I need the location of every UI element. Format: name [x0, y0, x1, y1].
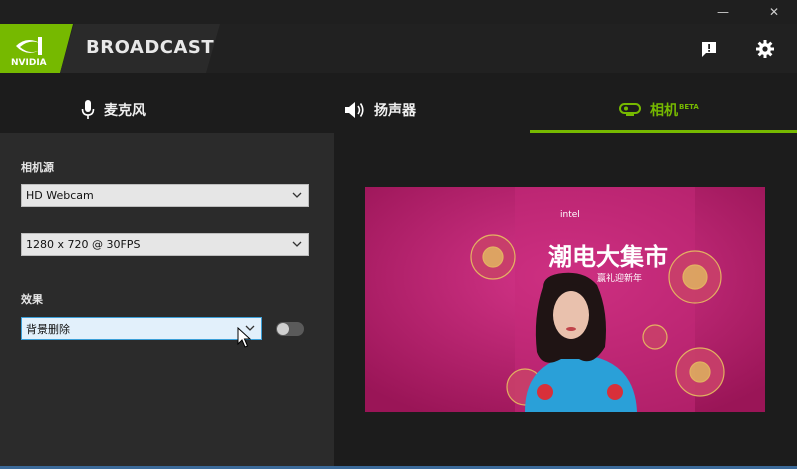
close-button[interactable]: ✕ [751, 0, 797, 24]
sign-brand-text: intel [560, 210, 580, 220]
tab-label: 相机BETA [650, 103, 699, 119]
webcam-feed-image: intel 潮电大集市 赢礼迎新年 [365, 187, 765, 412]
effect-value: 背景删除 [26, 322, 70, 336]
tab-microphone[interactable]: 麦克风 [80, 87, 146, 133]
feedback-icon [702, 42, 716, 57]
sign-subtitle-text: 赢礼迎新年 [597, 272, 642, 284]
resolution-value: 1280 x 720 @ 30FPS [26, 238, 141, 251]
effect-toggle[interactable] [276, 322, 304, 336]
logo-text: NVIDIA [11, 58, 47, 68]
camera-settings-panel: 相机源 HD Webcam 1280 x 720 @ 30FPS 效果 背景删除 [0, 133, 334, 469]
camera-source-label: 相机源 [21, 161, 54, 174]
camera-preview-panel: intel 潮电大集市 赢礼迎新年 [334, 133, 797, 469]
app-header: NVIDIA BROADCAST [0, 24, 797, 73]
microphone-icon [81, 100, 95, 119]
chevron-down-icon [292, 192, 302, 198]
sign-title-text: 潮电大集市 [548, 243, 668, 271]
resolution-dropdown[interactable]: 1280 x 720 @ 30FPS [21, 233, 309, 256]
speaker-icon [345, 102, 364, 118]
webcam-icon [619, 103, 641, 116]
tab-camera[interactable]: 相机BETA [618, 87, 699, 133]
camera-preview: intel 潮电大集市 赢礼迎新年 [365, 187, 765, 412]
minimize-button[interactable]: — [700, 0, 746, 24]
camera-source-value: HD Webcam [26, 189, 94, 202]
mouse-cursor-icon [237, 327, 251, 348]
nvidia-logo: NVIDIA [0, 24, 73, 73]
effect-dropdown[interactable]: 背景删除 [21, 317, 262, 340]
settings-gear-icon [756, 40, 774, 58]
window-title-bar: — ✕ [0, 0, 797, 24]
tab-label: 扬声器 [374, 103, 416, 119]
tab-label: 麦克风 [104, 103, 146, 119]
settings-button[interactable] [754, 38, 776, 60]
app-title: BROADCAST [86, 37, 215, 58]
tab-bar: 麦克风 扬声器 相机BETA [0, 87, 797, 133]
camera-source-dropdown[interactable]: HD Webcam [21, 184, 309, 207]
chevron-down-icon [292, 241, 302, 247]
effect-label: 效果 [21, 293, 43, 306]
beta-badge: BETA [679, 103, 699, 112]
tab-speaker[interactable]: 扬声器 [344, 87, 416, 133]
toggle-knob [277, 323, 289, 335]
feedback-button[interactable] [698, 38, 720, 60]
